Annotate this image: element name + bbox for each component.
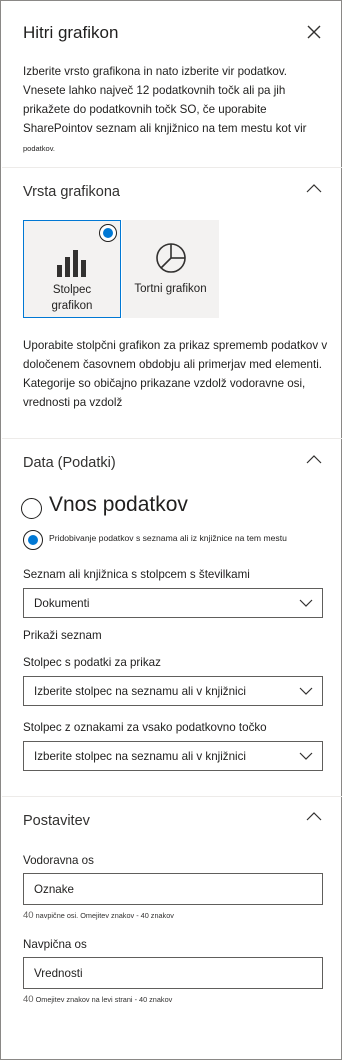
chevron-up-icon (306, 455, 322, 464)
label-column-label: Stolpec z oznakami za vsako podatkovno t… (23, 721, 267, 734)
chart-type-description: Uporabite stolpčni grafikon za prikaz sp… (23, 339, 328, 409)
collapse-layout-button[interactable] (303, 810, 325, 824)
vertical-helper-count: 40 (23, 994, 34, 1005)
section-title-chart-type: Vrsta grafikona (23, 184, 120, 200)
vertical-axis-helper: 40 Omejitev znakov na levi strani - 40 z… (23, 994, 172, 1005)
horizontal-axis-helper: 40 navpične osi. Omejitev znakov - 40 zn… (23, 910, 174, 921)
chevron-up-icon (306, 184, 322, 193)
horizontal-helper-text: navpične osi. Omejitev znakov - 40 znako… (35, 911, 174, 920)
column-chart-label-line2: grafikon (51, 300, 93, 312)
column-chart-label: Stolpec grafikon (24, 282, 120, 314)
data-column-dropdown[interactable]: Izberite stolpec na seznamu ali v knjižn… (23, 676, 323, 706)
list-library-label: Seznam ali knjižnica s stolpcem s števil… (23, 568, 250, 581)
quick-chart-panel: Hitri grafikon Izberite vrsto grafikona … (0, 0, 342, 1060)
section-title-data: Data (Podatki) (23, 455, 116, 471)
intro-tail: podatkov. (23, 144, 55, 153)
collapse-chart-type-button[interactable] (303, 182, 325, 196)
chevron-down-icon (299, 752, 313, 760)
close-icon (307, 25, 321, 39)
vertical-axis-label: Navpična os (23, 938, 87, 951)
chevron-down-icon (299, 687, 313, 695)
pie-chart-icon (156, 243, 186, 273)
label-column-dropdown[interactable]: Izberite stolpec na seznamu ali v knjižn… (23, 741, 323, 771)
vertical-helper-text: Omejitev znakov na levi strani - 40 znak… (35, 995, 173, 1004)
column-chart-label-line1: Stolpec (52, 284, 92, 296)
collapse-data-button[interactable] (303, 453, 325, 467)
data-column-label: Stolpec s podatki za prikaz (23, 656, 161, 669)
horizontal-helper-count: 40 (23, 910, 34, 921)
selected-check-icon (99, 224, 117, 242)
horizontal-axis-label: Vodoravna os (23, 854, 94, 867)
intro-text: Izberite vrsto grafikona in nato izberit… (23, 62, 329, 158)
column-chart-icon (57, 250, 86, 277)
pie-chart-tile[interactable]: Tortni grafikon (122, 220, 219, 318)
label-column-value: Izberite stolpec na seznamu ali v knjižn… (34, 750, 247, 763)
chevron-down-icon (299, 599, 313, 607)
pie-chart-label: Tortni grafikon (134, 283, 207, 295)
section-title-layout: Postavitev (23, 813, 90, 829)
horizontal-axis-input[interactable] (23, 873, 323, 905)
radio-get-from-list-label: Pridobivanje podatkov s seznama ali iz k… (49, 533, 287, 543)
show-list-link[interactable]: Prikaži seznam (23, 629, 102, 642)
radio-circle-selected[interactable] (23, 530, 43, 550)
radio-enter-data-label: Vnos podatkov (49, 493, 188, 516)
intro-main: Izberite vrsto grafikona in nato izberit… (23, 65, 307, 135)
list-library-value: Dokumenti (34, 597, 90, 610)
column-chart-tile[interactable]: Stolpec grafikon (23, 220, 121, 318)
divider (2, 167, 342, 168)
chevron-up-icon (306, 812, 322, 821)
divider (2, 796, 342, 797)
close-button[interactable] (303, 21, 325, 43)
panel-title: Hitri grafikon (23, 23, 119, 42)
radio-circle[interactable] (21, 498, 42, 519)
data-column-value: Izberite stolpec na seznamu ali v knjižn… (34, 685, 247, 698)
vertical-axis-input[interactable] (23, 957, 323, 989)
divider (2, 438, 342, 439)
list-library-dropdown[interactable]: Dokumenti (23, 588, 323, 618)
